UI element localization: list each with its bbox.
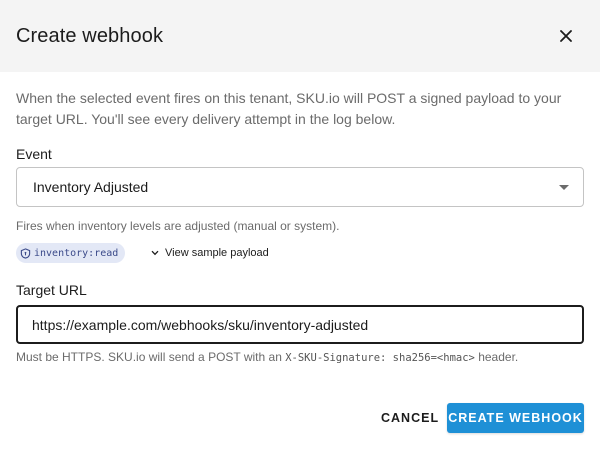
helper-suffix: header.	[474, 350, 519, 364]
event-label: Event	[16, 146, 52, 162]
chevron-down-icon	[151, 250, 159, 256]
event-select[interactable]: Inventory Adjusted	[16, 167, 584, 207]
target-url-helper-text: Must be HTTPS. SKU.io will send a POST w…	[16, 350, 518, 364]
target-url-input[interactable]	[16, 305, 584, 344]
event-helper-text: Fires when inventory levels are adjusted…	[16, 219, 340, 233]
close-icon	[560, 30, 572, 42]
scope-text: inventory:read	[34, 247, 119, 259]
dialog-description: When the selected event fires on this te…	[16, 90, 562, 127]
signature-header-code: X-SKU-Signature: sha256=<hmac>	[285, 352, 475, 364]
scope-badge: inventory:read	[16, 243, 126, 263]
dialog-header: Create webhook	[0, 0, 600, 72]
caret-down-icon	[559, 185, 569, 190]
close-button[interactable]	[554, 24, 578, 48]
create-webhook-button[interactable]: CREATE WEBHOOK	[447, 403, 584, 433]
view-sample-payload-toggle[interactable]: View sample payload	[151, 243, 269, 263]
cancel-button[interactable]: CANCEL	[369, 404, 451, 432]
create-webhook-dialog: Create webhook When the selected event f…	[0, 0, 600, 452]
event-select-value: Inventory Adjusted	[33, 179, 149, 195]
shield-icon	[20, 247, 31, 259]
target-url-label: Target URL	[16, 282, 87, 298]
view-sample-payload-label: View sample payload	[165, 247, 269, 259]
dialog-title: Create webhook	[16, 25, 164, 47]
helper-prefix: Must be HTTPS. SKU.io will send a POST w…	[16, 350, 286, 364]
